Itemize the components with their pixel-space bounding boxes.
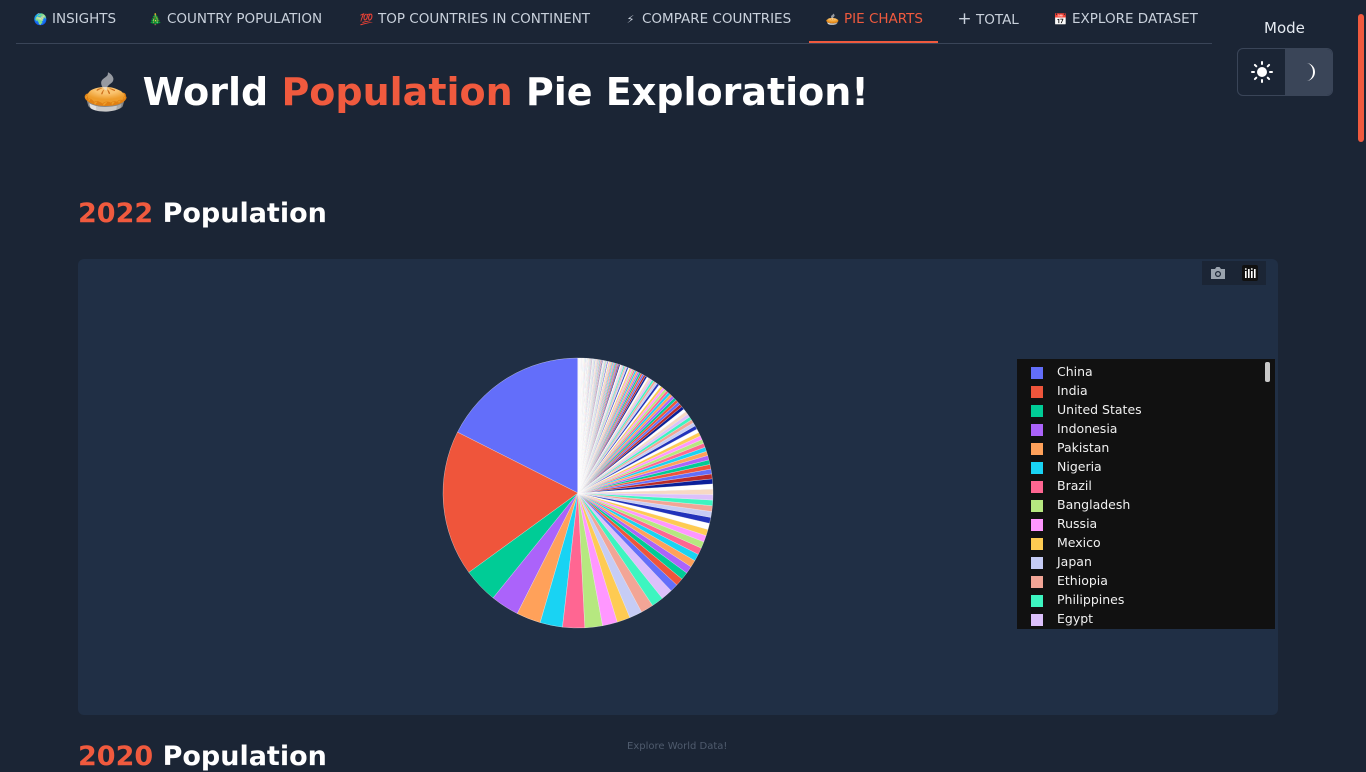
tab-top-countries-in-continent[interactable]: 💯TOP COUNTRIES IN CONTINENT: [359, 0, 590, 43]
legend-label: Pakistan: [1057, 440, 1109, 455]
tab-explore-dataset[interactable]: 📅EXPLORE DATASET: [1053, 0, 1198, 43]
page-scrollbar[interactable]: [1356, 0, 1366, 768]
plotly-logo-icon: [1242, 265, 1258, 281]
pie-icon: 🥧: [825, 1, 840, 39]
footer-text: Explore World Data!: [627, 741, 727, 752]
legend-item[interactable]: Russia: [1017, 515, 1257, 534]
legend-label: Indonesia: [1057, 421, 1117, 436]
plus-icon: +: [957, 0, 972, 38]
legend-item[interactable]: Philippines: [1017, 591, 1257, 610]
tab-label: PIE CHARTS: [844, 11, 923, 27]
section-year: 2020: [78, 741, 153, 772]
tab-label: COUNTRY POPULATION: [167, 11, 322, 27]
title-part-1: World: [143, 70, 269, 114]
tab-pie-charts[interactable]: 🥧PIE CHARTS: [809, 0, 938, 43]
legend-item[interactable]: Ethiopia: [1017, 572, 1257, 591]
legend-swatch: [1031, 443, 1043, 455]
legend-swatch: [1031, 500, 1043, 512]
legend-item[interactable]: Pakistan: [1017, 439, 1257, 458]
camera-icon: [1210, 266, 1226, 280]
legend-label: Brazil: [1057, 478, 1092, 493]
legend-label: China: [1057, 364, 1093, 379]
legend-label: Egypt: [1057, 611, 1093, 626]
tab-insights[interactable]: 🌍INSIGHTS: [33, 0, 116, 43]
tab-compare-countries[interactable]: ⚡COMPARE COUNTRIES: [623, 0, 791, 43]
legend-item[interactable]: Egypt: [1017, 610, 1257, 629]
tab-total[interactable]: +TOTAL: [957, 0, 1019, 43]
legend-item[interactable]: Indonesia: [1017, 420, 1257, 439]
section-label: Population: [163, 741, 327, 772]
tab-label: INSIGHTS: [52, 11, 116, 27]
legend-item[interactable]: China: [1017, 363, 1257, 382]
page-title: 🥧 World Population Pie Exploration!: [82, 70, 869, 115]
legend-label: Russia: [1057, 516, 1097, 531]
pie-emoji-icon: 🥧: [82, 70, 129, 114]
tab-label: TOTAL: [976, 12, 1019, 28]
section-label: Population: [163, 198, 327, 229]
chart-legend[interactable]: China India United States Indonesia Pakistan…: [1017, 359, 1275, 629]
legend-swatch: [1031, 614, 1043, 626]
calendar-icon: 📅: [1053, 1, 1068, 39]
legend-label: Ethiopia: [1057, 573, 1108, 588]
chart-modebar: [1202, 261, 1266, 285]
legend-swatch: [1031, 462, 1043, 474]
legend-label: India: [1057, 383, 1088, 398]
tree-icon: 🎄: [148, 1, 163, 39]
legend-swatch: [1031, 481, 1043, 493]
legend-label: Japan: [1057, 554, 1092, 569]
legend-swatch: [1031, 519, 1043, 531]
pie-chart-card: China India United States Indonesia Pakistan…: [78, 259, 1278, 715]
section-year: 2022: [78, 198, 153, 229]
moon-icon: [1299, 61, 1319, 83]
globe-icon: 🌍: [33, 1, 48, 39]
mode-label: Mode: [1264, 19, 1305, 37]
legend-scrollbar[interactable]: [1265, 362, 1270, 382]
mode-toggle: [1237, 48, 1333, 96]
section-heading-2020: 2020 Population: [78, 741, 327, 772]
plotly-logo-button[interactable]: [1234, 261, 1266, 285]
tab-label: TOP COUNTRIES IN CONTINENT: [378, 11, 590, 27]
title-part-2: Pie Exploration!: [526, 70, 869, 114]
legend-item[interactable]: Japan: [1017, 553, 1257, 572]
legend-swatch: [1031, 576, 1043, 588]
legend-item[interactable]: Nigeria: [1017, 458, 1257, 477]
legend-label: Mexico: [1057, 535, 1101, 550]
legend-swatch: [1031, 557, 1043, 569]
legend-swatch: [1031, 595, 1043, 607]
legend-item[interactable]: United States: [1017, 401, 1257, 420]
legend-swatch: [1031, 386, 1043, 398]
dark-mode-button[interactable]: [1285, 49, 1332, 95]
legend-item[interactable]: Brazil: [1017, 477, 1257, 496]
legend-swatch: [1031, 405, 1043, 417]
legend-label: United States: [1057, 402, 1142, 417]
legend-swatch: [1031, 367, 1043, 379]
light-mode-button[interactable]: [1238, 49, 1285, 95]
section-heading-2022: 2022 Population: [78, 198, 327, 229]
top-navigation: 🌍INSIGHTS 🎄COUNTRY POPULATION 💯TOP COUNT…: [16, 0, 1212, 44]
legend-label: Bangladesh: [1057, 497, 1130, 512]
legend-item[interactable]: Bangladesh: [1017, 496, 1257, 515]
sun-icon: [1251, 61, 1273, 83]
legend-item[interactable]: India: [1017, 382, 1257, 401]
legend-item[interactable]: Mexico: [1017, 534, 1257, 553]
legend-swatch: [1031, 538, 1043, 550]
title-accent: Population: [281, 70, 512, 114]
lightning-icon: ⚡: [623, 1, 638, 39]
legend-label: Philippines: [1057, 592, 1124, 607]
legend-swatch: [1031, 424, 1043, 436]
tab-label: COMPARE COUNTRIES: [642, 11, 791, 27]
legend-label: Nigeria: [1057, 459, 1102, 474]
tab-country-population[interactable]: 🎄COUNTRY POPULATION: [148, 0, 322, 43]
download-plot-button[interactable]: [1202, 261, 1234, 285]
tab-label: EXPLORE DATASET: [1072, 11, 1198, 27]
hundred-points-icon: 💯: [359, 1, 374, 39]
page-scrollbar-thumb[interactable]: [1358, 14, 1364, 142]
